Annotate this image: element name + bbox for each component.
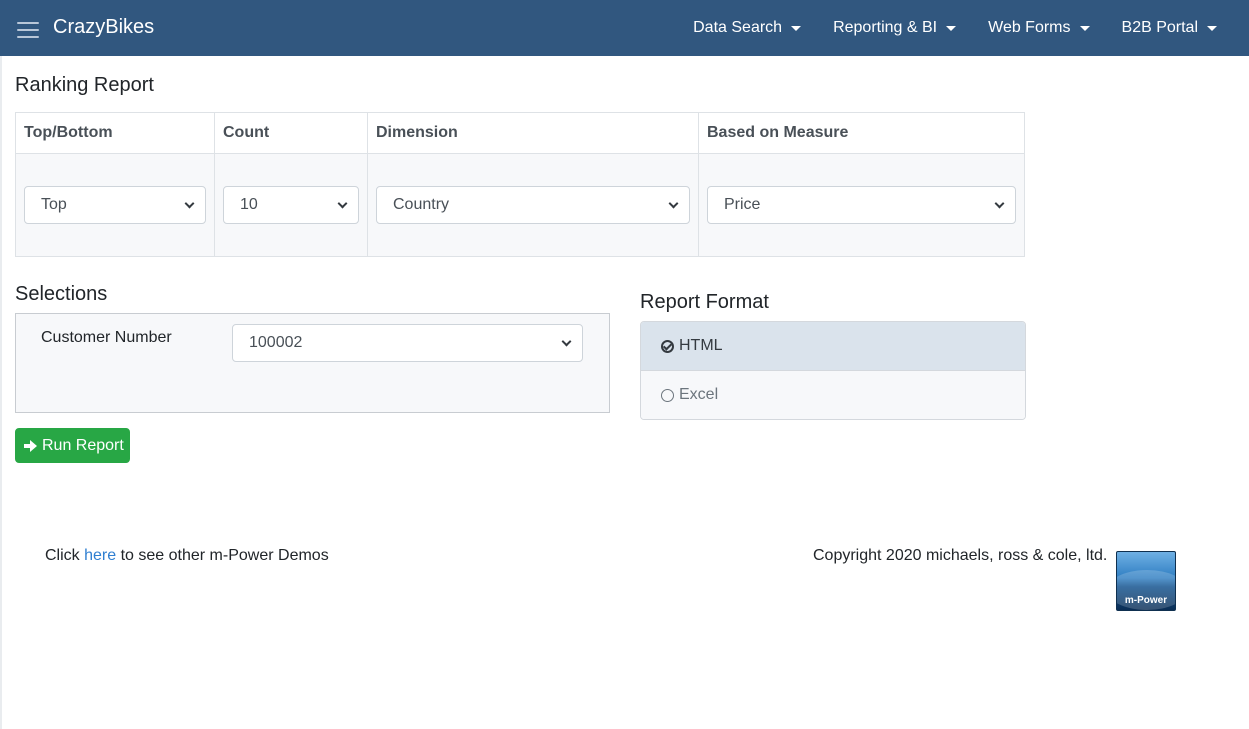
selections-title: Selections xyxy=(15,283,108,305)
ranking-report-title: Ranking Report xyxy=(15,74,154,96)
left-edge xyxy=(0,56,2,729)
m-power-logo[interactable]: m-Power xyxy=(1116,551,1176,611)
nav-item-data-search[interactable]: Data Search xyxy=(677,0,817,56)
empty-circle-icon xyxy=(661,388,674,402)
here-link[interactable]: here xyxy=(84,547,116,564)
footer-suffix: to see other m-Power Demos xyxy=(120,547,329,564)
caret-down-icon xyxy=(791,26,802,31)
count-select[interactable]: 10 xyxy=(223,186,359,225)
selections-panel: Customer Number 100002 xyxy=(15,313,610,413)
cell-measure: Price xyxy=(698,153,1025,257)
arrow-right-icon xyxy=(24,439,37,452)
top-bottom-select[interactable]: Top xyxy=(24,186,206,225)
customer-number-label: Customer Number xyxy=(41,329,172,346)
brand-name[interactable]: CrazyBikes xyxy=(53,16,154,39)
select-value: Price xyxy=(724,196,761,214)
format-option-label: Excel xyxy=(679,386,719,403)
footer-demo-text: Click here to see other m-Power Demos xyxy=(45,547,329,565)
nav-item-label: Web Forms xyxy=(988,19,1071,36)
copyright-text: Copyright 2020 michaels, ross & cole, lt… xyxy=(813,547,1108,564)
dimension-select[interactable]: Country xyxy=(376,186,690,225)
nav-menu: Data Search Reporting & BI Web Forms B2B… xyxy=(677,0,1249,56)
nav-item-label: Data Search xyxy=(693,19,783,36)
header-top-bottom: Top/Bottom xyxy=(15,111,215,155)
select-value: Top xyxy=(41,196,67,214)
header-measure: Based on Measure xyxy=(698,111,1025,155)
format-option-label: HTML xyxy=(679,337,723,354)
format-option-excel[interactable]: Excel xyxy=(641,371,1025,419)
caret-down-icon xyxy=(1079,26,1090,31)
select-value: Country xyxy=(393,196,450,214)
header-count: Count xyxy=(214,111,368,155)
check-circle-icon xyxy=(661,339,674,353)
chevron-down-icon xyxy=(668,198,679,209)
run-report-button[interactable]: Run Report xyxy=(15,428,130,463)
cell-dimension: Country xyxy=(367,153,699,257)
cell-top-bottom: Top xyxy=(15,153,215,257)
chevron-down-icon xyxy=(994,198,1005,209)
cell-count: 10 xyxy=(214,153,368,257)
run-report-label: Run Report xyxy=(42,436,124,454)
logo-text: m-Power xyxy=(1124,595,1168,606)
hamburger-menu-icon[interactable] xyxy=(17,22,39,38)
chevron-down-icon xyxy=(561,336,572,347)
report-format-group: HTML Excel xyxy=(640,321,1026,420)
caret-down-icon xyxy=(946,26,957,31)
nav-item-web-forms[interactable]: Web Forms xyxy=(972,0,1105,56)
chevron-down-icon xyxy=(184,198,195,209)
select-value: 100002 xyxy=(249,334,303,351)
nav-item-label: B2B Portal xyxy=(1121,19,1198,36)
nav-item-b2b-portal[interactable]: B2B Portal xyxy=(1106,0,1249,56)
header-dimension: Dimension xyxy=(367,111,699,155)
nav-item-label: Reporting & BI xyxy=(833,19,938,36)
measure-select[interactable]: Price xyxy=(707,186,1016,225)
select-value: 10 xyxy=(240,196,258,214)
top-navbar: CrazyBikes Data Search Reporting & BI We… xyxy=(0,0,1249,56)
caret-down-icon xyxy=(1207,26,1217,31)
format-option-html[interactable]: HTML xyxy=(641,322,1025,371)
ranking-table: Top/Bottom Count Dimension Based on Meas… xyxy=(15,111,1025,257)
nav-item-reporting-bi[interactable]: Reporting & BI xyxy=(817,0,972,56)
chevron-down-icon xyxy=(337,198,348,209)
customer-number-select[interactable]: 100002 xyxy=(232,324,583,362)
footer-prefix: Click xyxy=(45,547,80,564)
report-format-title: Report Format xyxy=(640,291,769,313)
